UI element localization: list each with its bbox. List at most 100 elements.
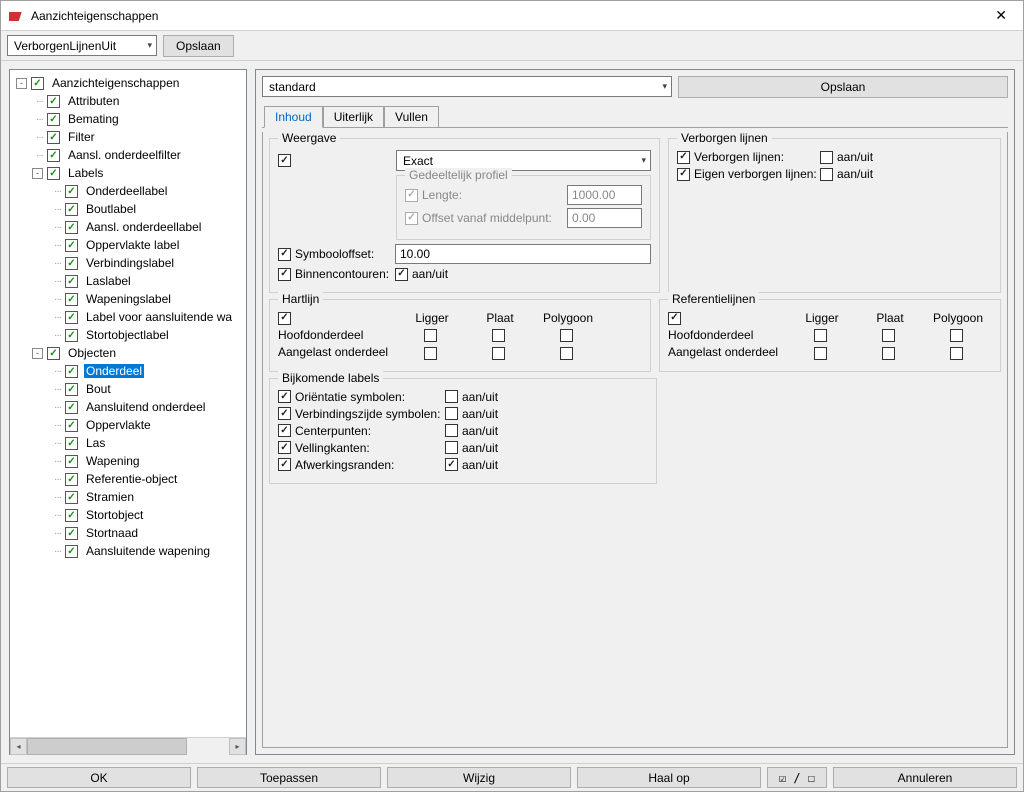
preset-combo[interactable]: VerborgenLijnenUit ▾ xyxy=(7,35,157,56)
weergave-enable-check[interactable] xyxy=(278,154,291,167)
tree-item-onderdeel[interactable]: ···Onderdeel xyxy=(12,362,244,380)
tree-check[interactable] xyxy=(65,239,78,252)
tree-check[interactable] xyxy=(65,311,78,324)
tree-item[interactable]: ···Label voor aansluitende wa xyxy=(12,308,244,326)
save-button-right[interactable]: Opslaan xyxy=(678,76,1008,98)
tree-item[interactable]: ···Aansl. onderdeellabel xyxy=(12,218,244,236)
tree-item[interactable]: ···Aansluitende wapening xyxy=(12,542,244,560)
tree-item[interactable]: ···Oppervlakte xyxy=(12,416,244,434)
tree-item[interactable]: ···Onderdeellabel xyxy=(12,182,244,200)
tree-check[interactable] xyxy=(65,437,78,450)
ref-aang-ligger-check[interactable] xyxy=(814,347,827,360)
vellingkanten-check[interactable] xyxy=(278,441,291,454)
eigen-aanuit-check[interactable] xyxy=(820,168,833,181)
afwerkingsranden-check[interactable] xyxy=(278,458,291,471)
orientatie-aanuit[interactable] xyxy=(445,390,458,403)
tree-check[interactable] xyxy=(65,203,78,216)
tree-check[interactable] xyxy=(65,419,78,432)
tab-inhoud[interactable]: Inhoud xyxy=(264,106,323,128)
scroll-track[interactable] xyxy=(27,738,229,755)
hart-hoofd-plaat-check[interactable] xyxy=(492,329,505,342)
verbindingszijde-check[interactable] xyxy=(278,407,291,420)
scroll-right-icon[interactable]: ▸ xyxy=(229,738,246,755)
hart-hoofd-poly-check[interactable] xyxy=(560,329,573,342)
tree-item[interactable]: ···Stortobject xyxy=(12,506,244,524)
ref-aang-plaat-check[interactable] xyxy=(882,347,895,360)
tree-check[interactable] xyxy=(65,383,78,396)
tab-vullen[interactable]: Vullen xyxy=(384,106,439,127)
tree-check[interactable] xyxy=(47,149,60,162)
tree-check[interactable] xyxy=(65,401,78,414)
tree-check[interactable] xyxy=(31,77,44,90)
haalop-button[interactable]: Haal op xyxy=(577,767,761,788)
tree-item[interactable]: ···Wapening xyxy=(12,452,244,470)
tree-check[interactable] xyxy=(65,545,78,558)
tab-uiterlijk[interactable]: Uiterlijk xyxy=(323,106,384,127)
hart-aang-poly-check[interactable] xyxy=(560,347,573,360)
toggle-all-button[interactable]: ☑ / ☐ xyxy=(767,767,827,788)
tree-item-labels[interactable]: -Labels xyxy=(12,164,244,182)
eigen-verborgen-check[interactable] xyxy=(677,168,690,181)
tree-check[interactable] xyxy=(65,185,78,198)
binnencontouren-aanuit-check[interactable] xyxy=(395,268,408,281)
verborgen-aanuit-check[interactable] xyxy=(820,151,833,164)
annuleren-button[interactable]: Annuleren xyxy=(833,767,1017,788)
hart-hoofd-ligger-check[interactable] xyxy=(424,329,437,342)
centerpunten-aanuit[interactable] xyxy=(445,424,458,437)
tree-item-objecten[interactable]: -Objecten xyxy=(12,344,244,362)
tree-check[interactable] xyxy=(47,347,60,360)
tree-check[interactable] xyxy=(65,257,78,270)
afwerkingsranden-aanuit[interactable] xyxy=(445,458,458,471)
tree-item[interactable]: ···Wapeningslabel xyxy=(12,290,244,308)
verborgen-lijnen-check[interactable] xyxy=(677,151,690,164)
hart-aang-plaat-check[interactable] xyxy=(492,347,505,360)
tree-item[interactable]: ···Stortnaad xyxy=(12,524,244,542)
standard-combo[interactable]: standard ▾ xyxy=(262,76,672,97)
orientatie-check[interactable] xyxy=(278,390,291,403)
save-button-top[interactable]: Opslaan xyxy=(163,35,234,57)
collapse-icon[interactable]: - xyxy=(32,168,43,179)
close-button[interactable]: ✕ xyxy=(987,7,1015,24)
offset-check[interactable] xyxy=(405,212,418,225)
tree-item[interactable]: ···Bout xyxy=(12,380,244,398)
lengte-input[interactable]: 1000.00 xyxy=(567,185,642,205)
ref-hoofd-plaat-check[interactable] xyxy=(882,329,895,342)
tree-item[interactable]: ···Stortobjectlabel xyxy=(12,326,244,344)
tree-item[interactable]: ···Filter xyxy=(12,128,244,146)
verbindingszijde-aanuit[interactable] xyxy=(445,407,458,420)
vellingkanten-aanuit[interactable] xyxy=(445,441,458,454)
tree-check[interactable] xyxy=(65,455,78,468)
tree-item[interactable]: ···Boutlabel xyxy=(12,200,244,218)
tree-item[interactable]: ···Stramien xyxy=(12,488,244,506)
tree-item[interactable]: ···Referentie-object xyxy=(12,470,244,488)
tree-check[interactable] xyxy=(65,293,78,306)
tree-check[interactable] xyxy=(65,365,78,378)
symbooloffset-input[interactable]: 10.00 xyxy=(395,244,651,264)
collapse-icon[interactable]: - xyxy=(16,78,27,89)
tree-check[interactable] xyxy=(47,167,60,180)
tree-check[interactable] xyxy=(65,473,78,486)
tree-check[interactable] xyxy=(65,275,78,288)
tree-item[interactable]: ···Verbindingslabel xyxy=(12,254,244,272)
tree-check[interactable] xyxy=(47,131,60,144)
ref-enable-check[interactable] xyxy=(668,312,681,325)
tree-item[interactable]: ···Bemating xyxy=(12,110,244,128)
tree-item[interactable]: ···Aansluitend onderdeel xyxy=(12,398,244,416)
tree-check[interactable] xyxy=(47,113,60,126)
tree-item[interactable]: ···Oppervlakte label xyxy=(12,236,244,254)
offset-input[interactable]: 0.00 xyxy=(567,208,642,228)
scroll-thumb[interactable] xyxy=(27,738,187,755)
binnencontouren-check[interactable] xyxy=(278,268,291,281)
tree-item[interactable]: ···Aansl. onderdeelfilter xyxy=(12,146,244,164)
toepassen-button[interactable]: Toepassen xyxy=(197,767,381,788)
ref-hoofd-ligger-check[interactable] xyxy=(814,329,827,342)
tree-item[interactable]: ···Laslabel xyxy=(12,272,244,290)
tree-item[interactable]: ···Attributen xyxy=(12,92,244,110)
symbooloffset-check[interactable] xyxy=(278,248,291,261)
tree-root[interactable]: -Aanzichteigenschappen xyxy=(12,74,244,92)
tree[interactable]: -Aanzichteigenschappen ···Attributen ···… xyxy=(10,70,246,737)
tree-check[interactable] xyxy=(47,95,60,108)
centerpunten-check[interactable] xyxy=(278,424,291,437)
tree-check[interactable] xyxy=(65,491,78,504)
ok-button[interactable]: OK xyxy=(7,767,191,788)
